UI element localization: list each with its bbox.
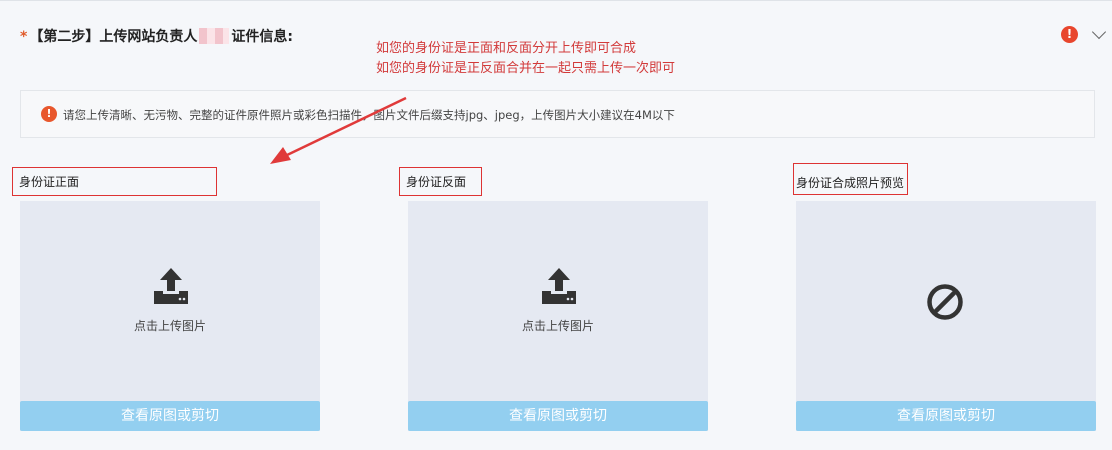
- view-crop-button-front[interactable]: 查看原图或剪切: [20, 401, 320, 431]
- annotation-line-2: 如您的身份证是正反面合并在一起只需上传一次即可: [376, 61, 676, 76]
- upload-icon: [154, 268, 188, 304]
- notice-text: 请您上传清晰、无污物、完整的证件原件照片或彩色扫描件，图片文件后缀支持jpg、j…: [63, 108, 675, 122]
- upload-hint: 点击上传图片: [521, 319, 594, 333]
- required-mark: *: [20, 29, 28, 45]
- upload-icon: [542, 268, 576, 304]
- step-title-prefix: 【第二步】上传网站负责人: [29, 29, 198, 45]
- exclamation-circle-icon[interactable]: !: [1061, 26, 1078, 43]
- annotation-text: 如您的身份证是正面和反面分开上传即可合成 如您的身份证是正反面合并在一起只需上传…: [376, 39, 675, 79]
- step-title-suffix: 证件信息:: [231, 29, 293, 45]
- view-crop-button-back[interactable]: 查看原图或剪切: [408, 401, 708, 431]
- label-id-preview: 身份证合成照片预览: [793, 163, 908, 195]
- top-divider: [0, 0, 1112, 1]
- upload-panel-front[interactable]: 点击上传图片 查看原图或剪切: [20, 201, 320, 431]
- preview-panel: 查看原图或剪切: [796, 201, 1096, 431]
- redacted-name: [199, 28, 230, 44]
- label-id-front: 身份证正面: [12, 167, 217, 196]
- annotation-line-1: 如您的身份证是正面和反面分开上传即可合成: [376, 41, 637, 56]
- view-crop-button-preview[interactable]: 查看原图或剪切: [796, 401, 1096, 431]
- upload-panel-back[interactable]: 点击上传图片 查看原图或剪切: [408, 201, 708, 431]
- exclamation-circle-icon: !: [41, 106, 57, 122]
- ban-icon: [927, 284, 963, 320]
- upload-hint: 点击上传图片: [133, 319, 206, 333]
- chevron-down-icon[interactable]: [1091, 24, 1107, 40]
- upload-notice: ! 请您上传清晰、无污物、完整的证件原件照片或彩色扫描件，图片文件后缀支持jpg…: [20, 90, 1095, 138]
- step-title: * 【第二步】上传网站负责人 证件信息:: [20, 26, 293, 46]
- label-id-back: 身份证反面: [399, 167, 482, 196]
